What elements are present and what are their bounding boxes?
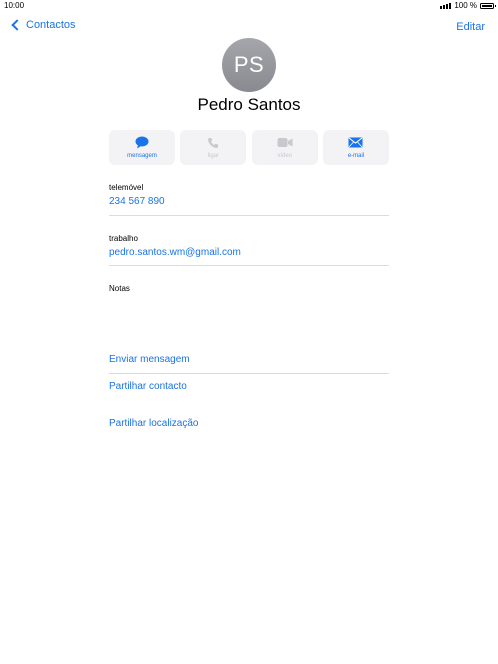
message-button[interactable]: mensagem [109, 130, 175, 165]
chevron-left-icon [11, 19, 23, 31]
message-icon [135, 136, 149, 149]
divider [109, 215, 389, 216]
status-bar: 10:00 100 % [0, 0, 498, 12]
back-button[interactable]: Contactos [10, 19, 76, 31]
video-button[interactable]: vídeo [251, 130, 318, 165]
avatar: PS [222, 38, 276, 92]
phone-label: telemóvel [109, 183, 144, 192]
email-button[interactable]: e-mail [322, 130, 389, 165]
phone-field: telemóvel 234 567 890 [109, 183, 389, 207]
back-button-label: Contactos [26, 19, 76, 31]
status-indicators: 100 % [440, 1, 496, 10]
video-button-label: vídeo [277, 153, 292, 159]
video-icon [277, 136, 293, 149]
battery-icon [480, 2, 496, 9]
share-location-link[interactable]: Partilhar localização [109, 418, 199, 429]
divider [109, 373, 389, 374]
share-contact-link[interactable]: Partilhar contacto [109, 381, 187, 392]
message-button-label: mensagem [127, 153, 157, 159]
signal-icon [440, 2, 452, 9]
send-message-link[interactable]: Enviar mensagem [109, 354, 190, 365]
mail-icon [348, 136, 363, 149]
status-time: 10:00 [4, 1, 25, 10]
notes-label: Notas [109, 284, 130, 293]
battery-percent: 100 % [454, 1, 477, 10]
action-row: mensagem ligar vídeo e-mail [109, 130, 389, 165]
phone-value[interactable]: 234 567 890 [109, 196, 389, 207]
email-field: trabalho pedro.santos.wm@gmail.com [109, 234, 389, 258]
divider [109, 265, 389, 266]
email-value[interactable]: pedro.santos.wm@gmail.com [109, 247, 389, 258]
call-button[interactable]: ligar [180, 130, 247, 165]
edit-button[interactable]: Editar [456, 21, 485, 33]
call-button-label: ligar [207, 153, 219, 159]
email-button-label: e-mail [347, 153, 365, 159]
contact-name: Pedro Santos [197, 95, 301, 114]
email-label: trabalho [109, 234, 138, 243]
phone-icon [207, 136, 219, 149]
